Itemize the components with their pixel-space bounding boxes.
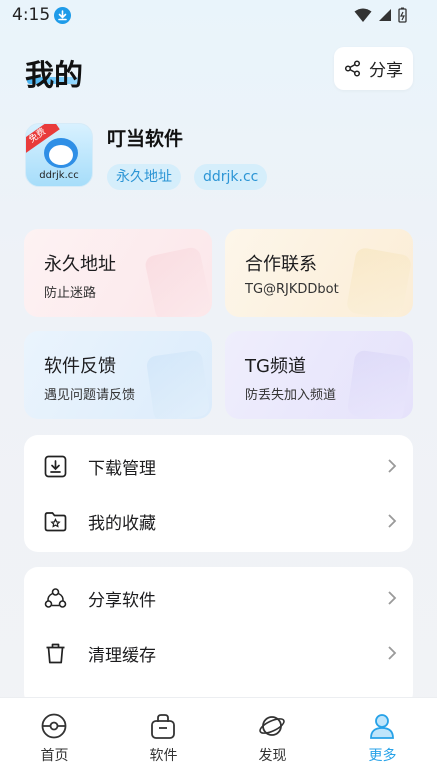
card-feedback[interactable]: 软件反馈 遇见问题请反馈	[24, 331, 212, 419]
signal-icon	[379, 9, 391, 21]
nav-label: 软件	[149, 748, 178, 764]
card-decoration	[345, 246, 413, 317]
tag-domain[interactable]: ddrjk.cc	[194, 164, 268, 190]
card-tg-channel[interactable]: TG频道 防丢失加入频道	[225, 331, 413, 419]
card-title: TG频道	[245, 356, 306, 377]
menu-item-label: 下载管理	[88, 458, 156, 479]
nav-label: 发现	[258, 748, 287, 764]
card-title: 永久地址	[44, 254, 116, 275]
status-time: 4:15	[12, 5, 51, 25]
basket-icon	[151, 714, 175, 739]
download-icon	[44, 455, 67, 478]
menu-item-label: 分享软件	[88, 590, 156, 611]
card-title: 合作联系	[245, 254, 317, 275]
card-decoration	[143, 245, 212, 317]
chevron-right-icon	[388, 459, 397, 473]
trash-icon	[46, 643, 65, 664]
share-button[interactable]: 分享	[334, 47, 413, 90]
avatar[interactable]: 免费 ddrjk.cc	[25, 123, 93, 187]
folder-star-icon	[44, 512, 67, 532]
tag-permanent-address[interactable]: 永久地址	[107, 164, 181, 190]
menu-item-label: 清理缓存	[88, 645, 156, 666]
wifi-icon	[354, 8, 372, 22]
nav-tab-home[interactable]: 首页	[0, 698, 109, 777]
card-cooperation[interactable]: 合作联系 TG@RJKDDbot	[225, 229, 413, 317]
chevron-right-icon	[388, 646, 397, 660]
home-icon	[41, 713, 67, 739]
nav-tab-more[interactable]: 更多	[328, 698, 437, 777]
menu-item-label: 我的收藏	[88, 513, 156, 534]
menu-item-clear-cache[interactable]: 清理缓存	[24, 628, 413, 678]
chevron-right-icon	[388, 591, 397, 605]
bottom-nav: 首页 软件 发现 更多	[0, 697, 437, 777]
card-decoration	[145, 349, 211, 419]
avatar-label: ddrjk.cc	[39, 170, 79, 181]
menu-group-secondary: 分享软件 清理缓存	[24, 567, 413, 707]
nav-label: 更多	[368, 748, 397, 764]
page-title: 我的	[25, 58, 84, 92]
card-subtitle: TG@RJKDDbot	[245, 282, 339, 297]
battery-icon	[398, 7, 407, 23]
download-notification-icon	[54, 7, 71, 24]
share-nodes-icon	[44, 588, 67, 608]
share-label: 分享	[369, 61, 403, 81]
menu-item-my-favorites[interactable]: 我的收藏	[24, 496, 413, 546]
menu-item-download-manager[interactable]: 下载管理	[24, 441, 413, 491]
nav-tab-discover[interactable]: 发现	[218, 698, 327, 777]
status-bar: 4:15	[0, 0, 437, 32]
card-subtitle: 遇见问题请反馈	[44, 388, 136, 403]
card-subtitle: 防止迷路	[44, 286, 97, 301]
nav-tab-software[interactable]: 软件	[109, 698, 218, 777]
status-icons	[354, 7, 407, 23]
card-permanent-address[interactable]: 永久地址 防止迷路	[24, 229, 212, 317]
profile-name: 叮当软件	[107, 128, 184, 150]
planet-icon	[259, 716, 285, 736]
nav-label: 首页	[40, 748, 69, 764]
card-decoration	[346, 349, 412, 419]
card-title: 软件反馈	[44, 356, 116, 377]
share-icon	[344, 60, 361, 77]
user-icon	[370, 714, 394, 739]
menu-item-share-app[interactable]: 分享软件	[24, 573, 413, 623]
menu-group-primary: 下载管理 我的收藏	[24, 435, 413, 552]
chevron-right-icon	[388, 514, 397, 528]
avatar-mascot-face	[49, 145, 73, 165]
card-subtitle: 防丢失加入频道	[245, 388, 337, 403]
